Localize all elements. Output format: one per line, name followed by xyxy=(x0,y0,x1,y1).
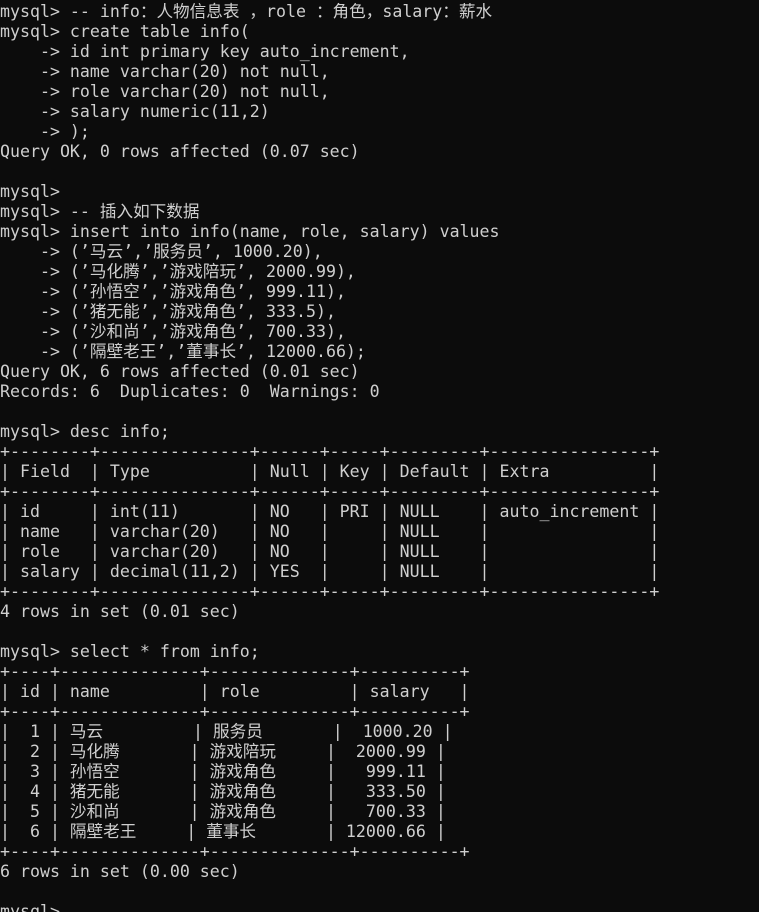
terminal-line-prompt-only-clipped: mysql> xyxy=(0,902,60,912)
terminal-line-output: 4 rows in set (0.01 sec) xyxy=(0,602,240,621)
terminal-line-output: Query OK, 6 rows affected (0.01 sec) xyxy=(0,362,360,381)
terminal-line-table-header: | id | name | role | salary | xyxy=(0,682,470,701)
terminal-line-continuation: -> ); xyxy=(0,122,90,141)
terminal-line-table-row: | 1 | 马云 | 服务员 | 1000.20 | xyxy=(0,722,453,741)
terminal-line-continuation: -> id int primary key auto_increment, xyxy=(0,42,410,61)
terminal-line-table-rule: +--------+---------------+------+-----+-… xyxy=(0,442,660,461)
terminal-line-prompt-command: mysql> select * from info; xyxy=(0,642,260,661)
terminal-line-table-row: | name | varchar(20) | NO | | NULL | | xyxy=(0,522,660,541)
terminal-line-continuation: -> (’马云’,’服务员’, 1000.20), xyxy=(0,242,323,261)
terminal-line-table-row: | id | int(11) | NO | PRI | NULL | auto_… xyxy=(0,502,660,521)
terminal-line-table-row: | 4 | 猪无能 | 游戏角色 | 333.50 | xyxy=(0,782,446,801)
terminal-line-output: Query OK, 0 rows affected (0.07 sec) xyxy=(0,142,360,161)
terminal-line-table-rule: +----+--------------+--------------+----… xyxy=(0,702,470,721)
terminal-line-table-rule: +----+--------------+--------------+----… xyxy=(0,842,470,861)
terminal-line-table-row: | role | varchar(20) | NO | | NULL | | xyxy=(0,542,660,561)
terminal-line-prompt-command: mysql> -- info：人物信息表 ，role ：角色，salary：薪水 xyxy=(0,2,493,21)
terminal-line-table-row: | 2 | 马化腾 | 游戏陪玩 | 2000.99 | xyxy=(0,742,446,761)
terminal-line-continuation: -> name varchar(20) not null, xyxy=(0,62,330,81)
terminal-line-continuation: -> (’马化腾’,’游戏陪玩’, 2000.99), xyxy=(0,262,356,281)
terminal-line-prompt-command: mysql> desc info; xyxy=(0,422,170,441)
terminal-line-continuation: -> (’沙和尚’,’游戏角色’, 700.33), xyxy=(0,322,346,341)
terminal-line-table-row: | 6 | 隔壁老王 | 董事长 | 12000.66 | xyxy=(0,822,446,841)
terminal-screen[interactable]: mysql> -- info：人物信息表 ，role ：角色，salary：薪水… xyxy=(0,0,759,912)
terminal-line-table-row: | 3 | 孙悟空 | 游戏角色 | 999.11 | xyxy=(0,762,446,781)
terminal-line-table-header: | Field | Type | Null | Key | Default | … xyxy=(0,462,660,481)
terminal-line-output: 6 rows in set (0.00 sec) xyxy=(0,862,240,881)
terminal-line-table-rule: +--------+---------------+------+-----+-… xyxy=(0,582,660,601)
terminal-line-continuation: -> (’孙悟空’,’游戏角色’, 999.11), xyxy=(0,282,346,301)
terminal-line-continuation: -> (’猪无能’,’游戏角色’, 333.5), xyxy=(0,302,336,321)
terminal-line-prompt-command: mysql> create table info( xyxy=(0,22,250,41)
terminal-line-continuation: -> role varchar(20) not null, xyxy=(0,82,330,101)
terminal-line-output: Records: 6 Duplicates: 0 Warnings: 0 xyxy=(0,382,380,401)
terminal-line-prompt-command: mysql> insert into info(name, role, sala… xyxy=(0,222,500,241)
terminal-line-prompt-only: mysql> xyxy=(0,182,60,201)
terminal-line-continuation: -> salary numeric(11,2) xyxy=(0,102,270,121)
terminal-line-table-rule: +--------+---------------+------+-----+-… xyxy=(0,482,660,501)
terminal-line-prompt-command: mysql> -- 插入如下数据 xyxy=(0,202,200,221)
terminal-line-table-row: | 5 | 沙和尚 | 游戏角色 | 700.33 | xyxy=(0,802,446,821)
terminal-line-continuation: -> (’隔壁老王’,’董事长’, 12000.66); xyxy=(0,342,366,361)
terminal-line-table-rule: +----+--------------+--------------+----… xyxy=(0,662,470,681)
terminal-line-table-row: | salary | decimal(11,2) | YES | | NULL … xyxy=(0,562,660,581)
